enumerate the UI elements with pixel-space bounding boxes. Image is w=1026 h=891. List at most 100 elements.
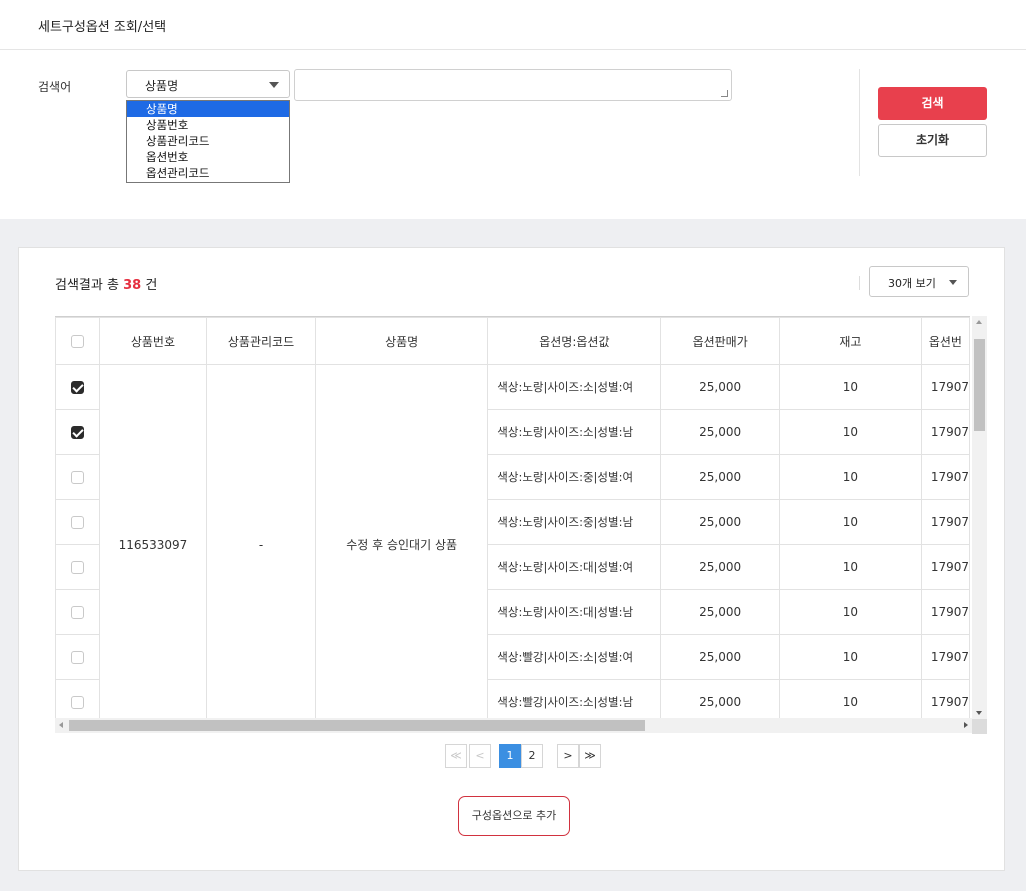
header-product-name: 상품명 <box>314 317 489 365</box>
cell-stock: 10 <box>778 364 922 410</box>
cell-option-no: 17907 <box>920 364 970 410</box>
search-type-dropdown: 상품명 상품번호 상품관리코드 옵션번호 옵션관리코드 <box>126 100 290 183</box>
cell-option-price: 25,000 <box>660 544 780 590</box>
cell-option: 색상:노랑|사이즈:중|성별:남 <box>487 499 662 545</box>
cell-option: 색상:노랑|사이즈:소|성별:여 <box>487 364 662 410</box>
row-checkbox-cell[interactable] <box>55 544 100 590</box>
chevron-down-icon <box>269 82 279 88</box>
cell-product-name: 수정 후 승인대기 상품 <box>314 364 489 725</box>
cell-option-price: 25,000 <box>660 454 780 500</box>
cell-option-no: 17907 <box>920 544 970 590</box>
row-checkbox-cell[interactable] <box>55 364 100 410</box>
cell-option: 색상:노랑|사이즈:대|성별:남 <box>487 589 662 635</box>
row-checkbox[interactable] <box>70 561 84 574</box>
vertical-scrollbar[interactable] <box>972 316 987 719</box>
row-checkbox[interactable] <box>70 381 84 394</box>
chevron-down-icon <box>949 280 957 285</box>
select-all-checkbox[interactable] <box>70 335 84 348</box>
search-button[interactable]: 검색 <box>878 87 987 120</box>
row-checkbox[interactable] <box>70 696 84 709</box>
header-product-no: 상품번호 <box>98 317 208 365</box>
search-label: 검색어 <box>38 80 72 94</box>
row-checkbox[interactable] <box>70 606 84 619</box>
header-option-no: 옵션번 <box>920 317 970 365</box>
search-type-select[interactable]: 상품명 <box>126 70 290 98</box>
cell-stock: 10 <box>778 544 922 590</box>
dropdown-option-option-no[interactable]: 옵션번호 <box>127 149 289 165</box>
page-2-button[interactable]: 2 <box>521 744 543 768</box>
cell-option-no: 17907 <box>920 589 970 635</box>
cell-stock: 10 <box>778 634 922 680</box>
page-1-button[interactable]: 1 <box>499 744 521 768</box>
dropdown-option-product-no[interactable]: 상품번호 <box>127 117 289 133</box>
cell-option: 색상:빨강|사이즈:소|성별:여 <box>487 634 662 680</box>
header-select-all[interactable] <box>55 317 100 365</box>
search-input[interactable] <box>294 69 732 101</box>
scroll-left-icon[interactable] <box>59 722 63 728</box>
results-table-wrapper: 상품번호 상품관리코드 상품명 옵션명:옵션값 옵션판매가 재고 옵션번 116… <box>55 316 970 734</box>
cell-stock: 10 <box>778 589 922 635</box>
cell-option-price: 25,000 <box>660 409 780 455</box>
table-header-row: 상품번호 상품관리코드 상품명 옵션명:옵션값 옵션판매가 재고 옵션번 <box>55 317 970 365</box>
divider <box>859 69 860 176</box>
header-option-price: 옵션판매가 <box>660 317 780 365</box>
page-size-value: 30개 보기 <box>888 277 936 290</box>
results-table: 상품번호 상품관리코드 상품명 옵션명:옵션값 옵션판매가 재고 옵션번 116… <box>55 317 970 725</box>
first-page-button[interactable]: ≪ <box>445 744 467 768</box>
scroll-up-icon[interactable] <box>976 320 982 324</box>
cell-option-price: 25,000 <box>660 499 780 545</box>
header-mgmt-code: 상품관리코드 <box>206 317 316 365</box>
reset-button[interactable]: 초기화 <box>878 124 987 157</box>
resize-handle-icon[interactable] <box>721 90 728 97</box>
row-checkbox-cell[interactable] <box>55 499 100 545</box>
result-count-number: 38 <box>123 278 142 293</box>
cell-stock: 10 <box>778 454 922 500</box>
dropdown-option-product-mgmt-code[interactable]: 상품관리코드 <box>127 133 289 149</box>
cell-stock: 10 <box>778 409 922 455</box>
row-checkbox-cell[interactable] <box>55 454 100 500</box>
cell-option-no: 17907 <box>920 409 970 455</box>
scroll-right-icon[interactable] <box>964 722 968 728</box>
cell-option-price: 25,000 <box>660 589 780 635</box>
cell-option-price: 25,000 <box>660 364 780 410</box>
cell-option: 색상:노랑|사이즈:소|성별:남 <box>487 409 662 455</box>
header-stock: 재고 <box>778 317 922 365</box>
row-checkbox[interactable] <box>70 651 84 664</box>
result-panel: 검색결과 총 38 건 30개 보기 상품번호 상품관리코드 상품명 옵션명:옵… <box>18 247 1005 871</box>
cell-option-no: 17907 <box>920 634 970 680</box>
scrollbar-thumb[interactable] <box>69 720 645 731</box>
cell-option-no: 17907 <box>920 454 970 500</box>
table-row[interactable]: 116533097 - 수정 후 승인대기 상품 색상:노랑|사이즈:소|성별:… <box>55 364 970 725</box>
cell-option: 색상:노랑|사이즈:대|성별:여 <box>487 544 662 590</box>
add-to-set-button[interactable]: 구성옵션으로 추가 <box>458 796 570 836</box>
result-count-prefix: 검색결과 총 <box>55 278 119 293</box>
dropdown-option-product-name[interactable]: 상품명 <box>127 101 289 117</box>
cell-product-no: 116533097 <box>98 364 208 725</box>
next-page-button[interactable]: > <box>557 744 579 768</box>
row-checkbox-cell[interactable] <box>55 409 100 455</box>
scroll-down-icon[interactable] <box>976 711 982 715</box>
dropdown-option-option-mgmt-code[interactable]: 옵션관리코드 <box>127 165 289 181</box>
horizontal-scrollbar[interactable] <box>55 718 972 733</box>
cell-option-price: 25,000 <box>660 634 780 680</box>
row-checkbox[interactable] <box>70 516 84 529</box>
divider <box>859 276 860 290</box>
result-count: 검색결과 총 38 건 <box>55 274 157 293</box>
row-checkbox-cell[interactable] <box>55 634 100 680</box>
title-bar: 세트구성옵션 조회/선택 <box>0 0 1026 50</box>
cell-stock: 10 <box>778 499 922 545</box>
search-type-value: 상품명 <box>145 79 179 93</box>
row-checkbox[interactable] <box>70 426 84 439</box>
row-checkbox[interactable] <box>70 471 84 484</box>
scrollbar-thumb[interactable] <box>974 339 985 431</box>
last-page-button[interactable]: ≫ <box>579 744 601 768</box>
cell-option: 색상:노랑|사이즈:중|성별:여 <box>487 454 662 500</box>
page-size-select[interactable]: 30개 보기 <box>869 266 969 297</box>
prev-page-button[interactable]: < <box>469 744 491 768</box>
row-checkbox-cell[interactable] <box>55 589 100 635</box>
result-count-suffix: 건 <box>145 278 158 293</box>
page-title: 세트구성옵션 조회/선택 <box>38 20 167 35</box>
header-option: 옵션명:옵션값 <box>487 317 662 365</box>
search-area: 검색어 상품명 상품명 상품번호 상품관리코드 옵션번호 옵션관리코드 검색 초… <box>0 51 1026 219</box>
scrollbar-corner <box>972 719 987 734</box>
